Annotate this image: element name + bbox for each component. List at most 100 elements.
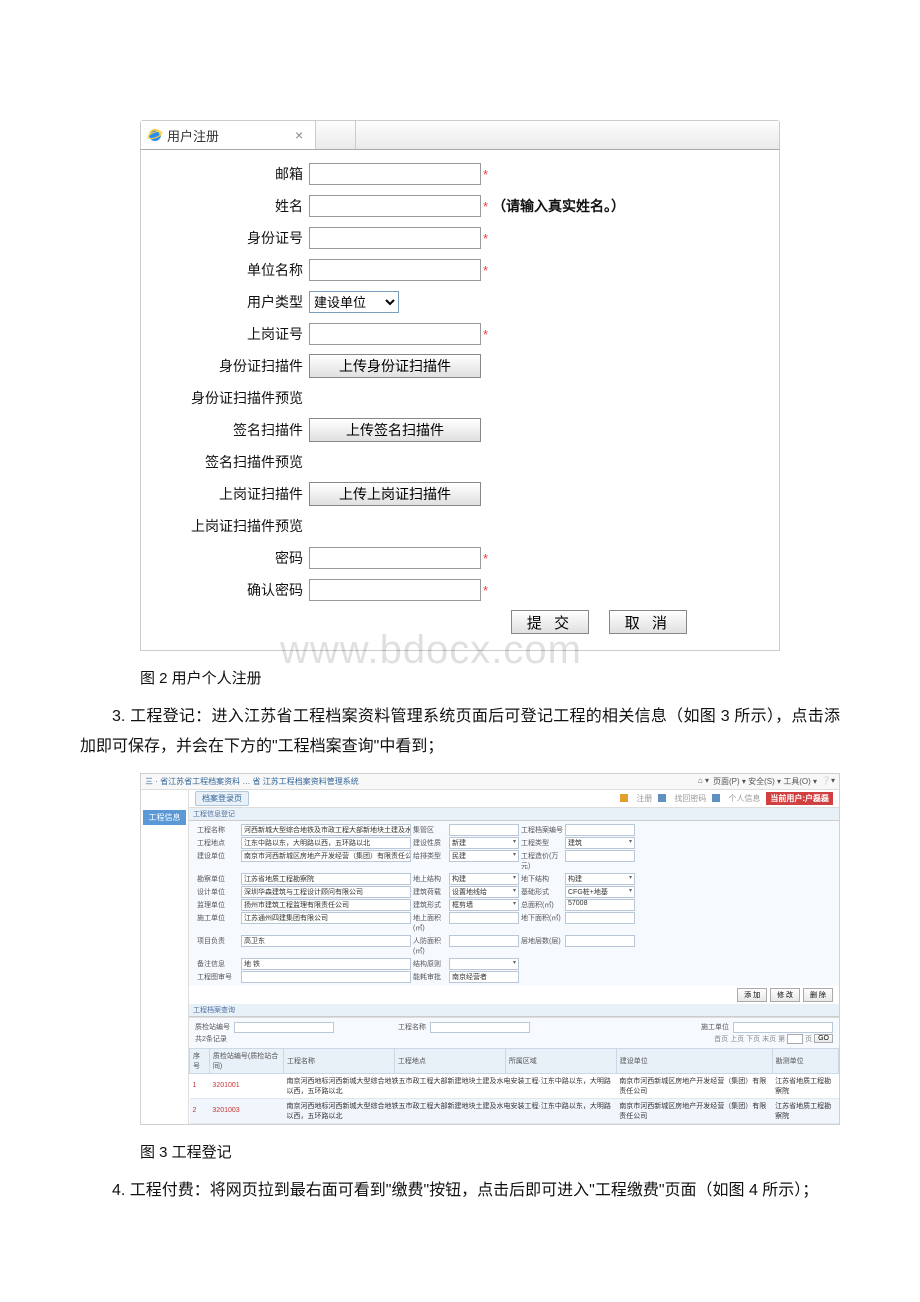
org-input[interactable] (309, 259, 481, 281)
table-row[interactable]: 1 3201001 南京河西地标河西新城大型综合地铁五市政工程大部新建地块土建及… (190, 1073, 839, 1098)
upload-id-scan-button[interactable]: 上传身份证扫描件 (309, 354, 481, 378)
label-user-type: 用户类型 (141, 292, 309, 312)
nav-go-button[interactable]: GO (814, 1034, 833, 1043)
upload-sig-scan-button[interactable]: 上传签名扫描件 (309, 418, 481, 442)
toolbar-right: ⌂ ▾ 页面(P) ▾ 安全(S) ▾ 工具(O) ▾ ❔▾ (698, 776, 835, 787)
link-register[interactable]: 注册 (633, 793, 655, 804)
submit-button[interactable]: 提 交 (511, 610, 589, 634)
link-findpwd[interactable]: 找回密码 (671, 793, 709, 804)
input-dsmj[interactable] (449, 912, 519, 924)
name-input[interactable] (309, 195, 481, 217)
lbl-fzr: 项目负责 (195, 935, 241, 957)
input-zgcs[interactable] (565, 935, 635, 947)
label-password: 密码 (141, 548, 309, 568)
nav-first[interactable]: 首页 (714, 1034, 728, 1044)
input-gczj[interactable] (565, 850, 635, 862)
table-row[interactable]: 2 3201003 南京河西地标河西新城大型综合地铁五市政工程大部新建地块土建及… (190, 1098, 839, 1123)
upload-cert-scan-button[interactable]: 上传上岗证扫描件 (309, 482, 481, 506)
edit-button[interactable]: 修 改 (770, 988, 800, 1002)
lbl-location: 工程地点 (195, 837, 241, 849)
add-button[interactable]: 添 加 (737, 988, 767, 1002)
lbl-gclb: 给排类型 (411, 850, 449, 872)
input-proj-name[interactable]: 河西新城大型综合地铁及市政工程大部新地块土建及水电安装… (241, 824, 411, 836)
registration-form: 邮箱 * 姓名 * （请输入真实姓名。） 身份证号 * 单位名称 * 用户类型 … (140, 150, 780, 651)
home-icon[interactable]: ⌂ ▾ (698, 776, 709, 787)
user-type-select[interactable]: 建设单位 (309, 291, 399, 313)
lbl-proj-name: 工程名称 (195, 824, 241, 836)
registration-window: 用户注册 × 邮箱 * 姓名 * （请输入真实姓名。） 身份证号 * 单位名称 … (140, 120, 780, 651)
input-rfmj[interactable] (449, 935, 519, 947)
input-sjdw[interactable]: 深圳华森建筑与工程设计顾问有限公司 (241, 886, 411, 898)
password-confirm-input[interactable] (309, 579, 481, 601)
input-gczsh[interactable] (241, 971, 411, 983)
delete-button[interactable]: 删 除 (803, 988, 833, 1002)
input-q-zjz[interactable] (234, 1022, 334, 1033)
tab-bar-spacer (356, 121, 779, 149)
select-gclx[interactable]: 建筑 (565, 837, 635, 849)
label-cert-scan-preview: 上岗证扫描件预览 (141, 516, 309, 536)
select-dxjg2[interactable]: 构建 (565, 873, 635, 885)
close-icon[interactable]: × (289, 127, 309, 143)
label-sig-scan-preview: 签名扫描件预览 (141, 452, 309, 472)
input-q-name[interactable] (430, 1022, 530, 1033)
lbl-q-zjz: 质检站编号 (195, 1022, 230, 1032)
new-tab-slot[interactable] (316, 121, 356, 149)
nav-next[interactable]: 下页 (746, 1034, 760, 1044)
help-icon[interactable]: ❔▾ (821, 776, 835, 787)
required-star: * (483, 199, 488, 214)
th-area: 所属区域 (505, 1048, 616, 1073)
lbl-jgwts: 集管区 (411, 824, 449, 836)
lbl-dsjg: 地上结构 (411, 873, 449, 885)
nav-last[interactable]: 末页 (762, 1034, 776, 1044)
project-register-window: 三 · 省江苏省工程档案资料 … 省 江苏工程档案资料管理系统 ⌂ ▾ 页面(P… (140, 773, 840, 1125)
th-seq: 序号 (190, 1048, 210, 1073)
lbl-jldw: 监理单位 (195, 899, 241, 911)
input-jsdw[interactable]: 南京市河西新城区房地产开发经营（集团）有限责任公司 (241, 850, 411, 862)
input-beizhu[interactable]: 地 铁 (241, 958, 411, 970)
input-location[interactable]: 江东中路以东，大明路以西，五环路以北 (241, 837, 411, 849)
input-nksp[interactable]: 南京经营者 (449, 971, 519, 983)
input-sgdw[interactable]: 江苏通州四建集团有限公司 (241, 912, 411, 924)
input-kcdw[interactable]: 江苏省地质工程勘察院 (241, 873, 411, 885)
link-personal[interactable]: 个人信息 (725, 793, 763, 804)
cancel-button[interactable]: 取 消 (609, 610, 687, 634)
section-header-info: 工程信息登记 (189, 808, 839, 821)
lbl-gcdabh: 工程档案编号 (519, 824, 565, 836)
select-jzbg[interactable]: 框剪墙 (449, 899, 519, 911)
label-cert-scan: 上岗证扫描件 (141, 484, 309, 504)
crumb-button[interactable]: 档案登录页 (195, 791, 249, 806)
input-dxmj[interactable] (565, 912, 635, 924)
email-input[interactable] (309, 163, 481, 185)
input-gcdabh[interactable] (565, 824, 635, 836)
select-jcxs[interactable]: CFG桩+地基 (565, 886, 635, 898)
cert-no-input[interactable] (309, 323, 481, 345)
input-yxjzzh[interactable] (449, 824, 519, 836)
nav-page-lbl: 第 (778, 1034, 785, 1044)
select-dxjg[interactable]: 设置地线给 (449, 886, 519, 898)
id-no-input[interactable] (309, 227, 481, 249)
paragraph-4: 4. 工程付费：将网页拉到最右面可看到"缴费"按钮，点击后即可进入"工程缴费"页… (80, 1176, 840, 1206)
input-fzr[interactable]: 高卫东 (241, 935, 411, 947)
th-name: 工程名称 (284, 1048, 395, 1073)
input-zmj[interactable]: 57008 (565, 899, 635, 911)
sidebar-item-project-info[interactable]: 工程信息 (143, 810, 186, 825)
nav-page-input[interactable] (787, 1034, 803, 1044)
required-star: * (483, 263, 488, 278)
toolbar-menu[interactable]: 页面(P) ▾ 安全(S) ▾ 工具(O) ▾ (713, 776, 817, 787)
select-dsjg[interactable]: 构建 (449, 873, 519, 885)
password-input[interactable] (309, 547, 481, 569)
table-header-row: 序号 质检站编号(质检站合同) 工程名称 工程地点 所属区域 建设单位 勘测单位 (190, 1048, 839, 1073)
nav-prev[interactable]: 上页 (730, 1034, 744, 1044)
input-jldw[interactable]: 扬州市建筑工程监理有限责任公司 (241, 899, 411, 911)
input-q-sgdw[interactable] (733, 1022, 833, 1033)
lbl-gczsh: 工程图审号 (195, 971, 241, 983)
select-gclb[interactable]: 民建 (449, 850, 519, 862)
project-form-grid: 工程名称 河西新城大型综合地铁及市政工程大部新地块土建及水电安装… 集管区 工程… (189, 821, 839, 986)
nav-page-sfx: 页 (805, 1034, 812, 1044)
select-jglx2[interactable] (449, 958, 519, 970)
lbl-jsdw: 建设单位 (195, 850, 241, 872)
select-jglx[interactable]: 新建 (449, 837, 519, 849)
label-org: 单位名称 (141, 260, 309, 280)
lbl-zmj: 总面积(㎡) (519, 899, 565, 911)
active-tab[interactable]: 用户注册 × (141, 121, 316, 149)
